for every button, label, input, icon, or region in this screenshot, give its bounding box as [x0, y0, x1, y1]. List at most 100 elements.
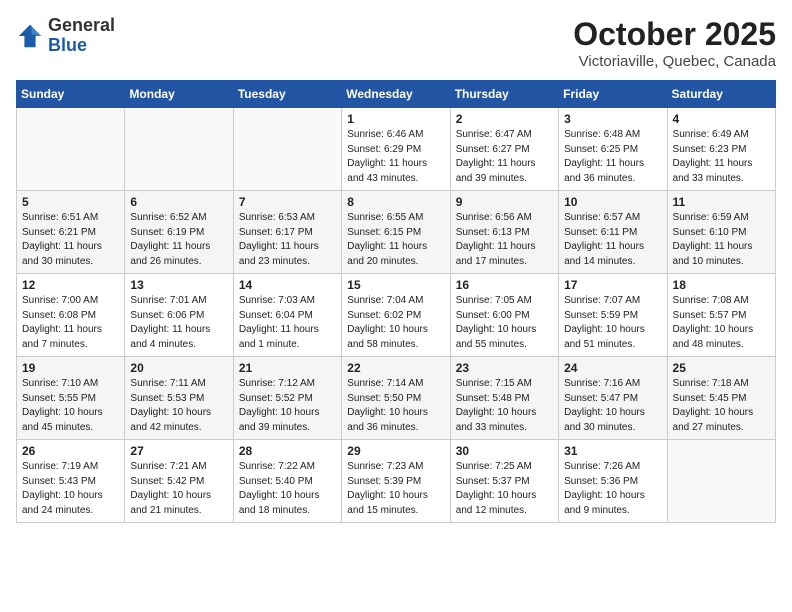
weekday-header-friday: Friday	[559, 81, 667, 108]
day-number: 24	[564, 361, 661, 375]
day-info: Sunrise: 6:52 AM Sunset: 6:19 PM Dayligh…	[130, 211, 227, 269]
day-number: 18	[673, 278, 770, 292]
day-number: 20	[130, 361, 227, 375]
calendar-cell: 29Sunrise: 7:23 AM Sunset: 5:39 PM Dayli…	[342, 440, 450, 523]
calendar-cell: 31 Sunrise: 7:26 AM Sunset: 5:36 PM Dayli…	[559, 440, 667, 523]
location-subtitle: Victoriaville, Quebec, Canada	[573, 53, 776, 70]
day-info: Sunrise: 7:19 AM Sunset: 5:43 PM Dayligh…	[22, 460, 119, 518]
day-number: 7	[239, 195, 336, 209]
weekday-header-tuesday: Tuesday	[233, 81, 341, 108]
calendar-cell: 17 Sunrise: 7:07 AM Sunset: 5:59 PM Dayli…	[559, 274, 667, 357]
day-info: Sunrise: 6:48 AM Sunset: 6:25 PM Dayligh…	[564, 128, 661, 186]
day-number: 2	[456, 112, 553, 126]
calendar-cell: 10Sunrise: 6:57 AM Sunset: 6:11 PM Dayli…	[559, 191, 667, 274]
weekday-header-wednesday: Wednesday	[342, 81, 450, 108]
calendar-cell: 30 Sunrise: 7:25 AM Sunset: 5:37 PM Dayli…	[450, 440, 558, 523]
logo-text: General Blue	[48, 16, 115, 56]
calendar-cell: 5Sunrise: 6:51 AM Sunset: 6:21 PM Daylig…	[17, 191, 125, 274]
calendar-cell: 4 Sunrise: 6:49 AM Sunset: 6:23 PM Daylig…	[667, 108, 775, 191]
day-number: 6	[130, 195, 227, 209]
calendar-cell: 15 Sunrise: 7:04 AM Sunset: 6:02 PM Dayli…	[342, 274, 450, 357]
calendar-cell: 18 Sunrise: 7:08 AM Sunset: 5:57 PM Dayli…	[667, 274, 775, 357]
day-number: 14	[239, 278, 336, 292]
day-info: Sunrise: 7:14 AM Sunset: 5:50 PM Dayligh…	[347, 377, 444, 435]
month-year-title: October 2025	[573, 16, 776, 53]
calendar-cell: 3 Sunrise: 6:48 AM Sunset: 6:25 PM Daylig…	[559, 108, 667, 191]
day-info: Sunrise: 7:15 AM Sunset: 5:48 PM Dayligh…	[456, 377, 553, 435]
day-info: Sunrise: 6:51 AM Sunset: 6:21 PM Dayligh…	[22, 211, 119, 269]
calendar-cell: 8 Sunrise: 6:55 AM Sunset: 6:15 PM Daylig…	[342, 191, 450, 274]
day-number: 21	[239, 361, 336, 375]
logo: General Blue	[16, 16, 115, 56]
calendar-table: SundayMondayTuesdayWednesdayThursdayFrid…	[16, 80, 776, 523]
day-info: Sunrise: 6:56 AM Sunset: 6:13 PM Dayligh…	[456, 211, 553, 269]
calendar-cell: 28 Sunrise: 7:22 AM Sunset: 5:40 PM Dayli…	[233, 440, 341, 523]
day-number: 1	[347, 112, 444, 126]
day-number: 27	[130, 444, 227, 458]
calendar-cell	[233, 108, 341, 191]
day-info: Sunrise: 7:07 AM Sunset: 5:59 PM Dayligh…	[564, 294, 661, 352]
calendar-week-2: 5Sunrise: 6:51 AM Sunset: 6:21 PM Daylig…	[17, 191, 776, 274]
day-info: Sunrise: 6:57 AM Sunset: 6:11 PM Dayligh…	[564, 211, 661, 269]
day-info: Sunrise: 7:21 AM Sunset: 5:42 PM Dayligh…	[130, 460, 227, 518]
day-info: Sunrise: 7:12 AM Sunset: 5:52 PM Dayligh…	[239, 377, 336, 435]
calendar-cell: 1 Sunrise: 6:46 AM Sunset: 6:29 PM Daylig…	[342, 108, 450, 191]
day-info: Sunrise: 7:16 AM Sunset: 5:47 PM Dayligh…	[564, 377, 661, 435]
calendar-cell: 24 Sunrise: 7:16 AM Sunset: 5:47 PM Dayli…	[559, 357, 667, 440]
calendar-cell: 12 Sunrise: 7:00 AM Sunset: 6:08 PM Dayli…	[17, 274, 125, 357]
weekday-header-sunday: Sunday	[17, 81, 125, 108]
calendar-week-4: 19Sunrise: 7:10 AM Sunset: 5:55 PM Dayli…	[17, 357, 776, 440]
day-number: 8	[347, 195, 444, 209]
calendar-cell: 14Sunrise: 7:03 AM Sunset: 6:04 PM Dayli…	[233, 274, 341, 357]
weekday-header-thursday: Thursday	[450, 81, 558, 108]
day-number: 4	[673, 112, 770, 126]
day-number: 16	[456, 278, 553, 292]
calendar-cell: 22 Sunrise: 7:14 AM Sunset: 5:50 PM Dayli…	[342, 357, 450, 440]
day-info: Sunrise: 6:46 AM Sunset: 6:29 PM Dayligh…	[347, 128, 444, 186]
day-number: 15	[347, 278, 444, 292]
day-info: Sunrise: 7:25 AM Sunset: 5:37 PM Dayligh…	[456, 460, 553, 518]
logo-general-text: General	[48, 16, 115, 36]
day-info: Sunrise: 7:05 AM Sunset: 6:00 PM Dayligh…	[456, 294, 553, 352]
logo-icon	[16, 22, 44, 50]
calendar-cell	[17, 108, 125, 191]
day-info: Sunrise: 6:47 AM Sunset: 6:27 PM Dayligh…	[456, 128, 553, 186]
calendar-cell	[667, 440, 775, 523]
day-info: Sunrise: 7:04 AM Sunset: 6:02 PM Dayligh…	[347, 294, 444, 352]
day-number: 30	[456, 444, 553, 458]
calendar-cell: 21 Sunrise: 7:12 AM Sunset: 5:52 PM Dayli…	[233, 357, 341, 440]
calendar-week-5: 26 Sunrise: 7:19 AM Sunset: 5:43 PM Dayli…	[17, 440, 776, 523]
page-header: General Blue October 2025 Victoriaville,…	[16, 16, 776, 70]
title-block: October 2025 Victoriaville, Quebec, Cana…	[573, 16, 776, 70]
day-info: Sunrise: 7:08 AM Sunset: 5:57 PM Dayligh…	[673, 294, 770, 352]
day-info: Sunrise: 7:26 AM Sunset: 5:36 PM Dayligh…	[564, 460, 661, 518]
day-number: 22	[347, 361, 444, 375]
calendar-cell: 9Sunrise: 6:56 AM Sunset: 6:13 PM Daylig…	[450, 191, 558, 274]
logo-blue-text: Blue	[48, 36, 115, 56]
calendar-cell: 20Sunrise: 7:11 AM Sunset: 5:53 PM Dayli…	[125, 357, 233, 440]
day-number: 12	[22, 278, 119, 292]
day-number: 17	[564, 278, 661, 292]
calendar-cell: 25Sunrise: 7:18 AM Sunset: 5:45 PM Dayli…	[667, 357, 775, 440]
weekday-header-monday: Monday	[125, 81, 233, 108]
calendar-week-3: 12 Sunrise: 7:00 AM Sunset: 6:08 PM Dayli…	[17, 274, 776, 357]
calendar-cell: 7 Sunrise: 6:53 AM Sunset: 6:17 PM Daylig…	[233, 191, 341, 274]
day-number: 28	[239, 444, 336, 458]
day-number: 3	[564, 112, 661, 126]
calendar-cell: 27 Sunrise: 7:21 AM Sunset: 5:42 PM Dayli…	[125, 440, 233, 523]
calendar-cell: 6 Sunrise: 6:52 AM Sunset: 6:19 PM Daylig…	[125, 191, 233, 274]
day-info: Sunrise: 7:10 AM Sunset: 5:55 PM Dayligh…	[22, 377, 119, 435]
day-info: Sunrise: 6:55 AM Sunset: 6:15 PM Dayligh…	[347, 211, 444, 269]
day-info: Sunrise: 6:53 AM Sunset: 6:17 PM Dayligh…	[239, 211, 336, 269]
day-number: 31	[564, 444, 661, 458]
calendar-cell: 11Sunrise: 6:59 AM Sunset: 6:10 PM Dayli…	[667, 191, 775, 274]
day-number: 26	[22, 444, 119, 458]
day-info: Sunrise: 7:22 AM Sunset: 5:40 PM Dayligh…	[239, 460, 336, 518]
calendar-cell: 13Sunrise: 7:01 AM Sunset: 6:06 PM Dayli…	[125, 274, 233, 357]
day-info: Sunrise: 7:00 AM Sunset: 6:08 PM Dayligh…	[22, 294, 119, 352]
day-number: 23	[456, 361, 553, 375]
day-number: 11	[673, 195, 770, 209]
day-info: Sunrise: 6:49 AM Sunset: 6:23 PM Dayligh…	[673, 128, 770, 186]
day-number: 13	[130, 278, 227, 292]
calendar-cell: 23 Sunrise: 7:15 AM Sunset: 5:48 PM Dayli…	[450, 357, 558, 440]
